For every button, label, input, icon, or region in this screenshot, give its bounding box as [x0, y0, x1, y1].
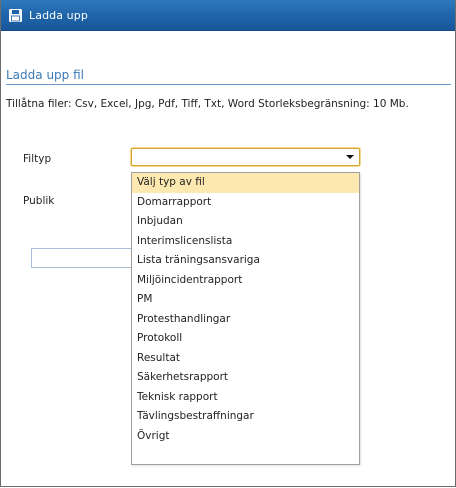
dropdown-option[interactable]: PM	[132, 290, 359, 310]
file-path-input[interactable]	[31, 248, 132, 268]
dropdown-option[interactable]: Protesthandlingar	[132, 310, 359, 330]
dropdown-option[interactable]: Tävlingsbestraffningar	[132, 407, 359, 427]
dropdown-option[interactable]: Övrigt	[132, 427, 359, 447]
dropdown-option[interactable]: Välj typ av fil	[132, 173, 359, 193]
publik-label: Publik	[23, 195, 55, 207]
allowed-files-text: Tillåtna filer: Csv, Excel, Jpg, Pdf, Ti…	[6, 98, 409, 110]
dropdown-option[interactable]: Interimslicenslista	[132, 232, 359, 252]
section-header: Ladda upp fil	[6, 68, 451, 85]
save-floppy-icon	[9, 8, 22, 22]
dropdown-option[interactable]: Säkerhetsrapport	[132, 368, 359, 388]
dropdown-option[interactable]: Miljöincidentrapport	[132, 271, 359, 291]
upload-dialog: Ladda upp Ladda upp fil Tillåtna filer: …	[0, 0, 456, 487]
dropdown-option[interactable]: Domarrapport	[132, 193, 359, 213]
dropdown-option[interactable]: Inbjudan	[132, 212, 359, 232]
dropdown-option[interactable]: Lista träningsansvariga	[132, 251, 359, 271]
chevron-down-icon[interactable]	[346, 155, 354, 159]
dropdown-option[interactable]: Protokoll	[132, 329, 359, 349]
dropdown-option[interactable]: Resultat	[132, 349, 359, 369]
title-bar[interactable]: Ladda upp	[1, 0, 455, 31]
filtyp-dropdown-list: Välj typ av fil Domarrapport Inbjudan In…	[131, 172, 360, 465]
filtyp-label: Filtyp	[23, 153, 52, 165]
filtyp-select[interactable]	[131, 148, 360, 166]
window-title: Ladda upp	[29, 8, 88, 22]
dropdown-option[interactable]: Teknisk rapport	[132, 388, 359, 408]
